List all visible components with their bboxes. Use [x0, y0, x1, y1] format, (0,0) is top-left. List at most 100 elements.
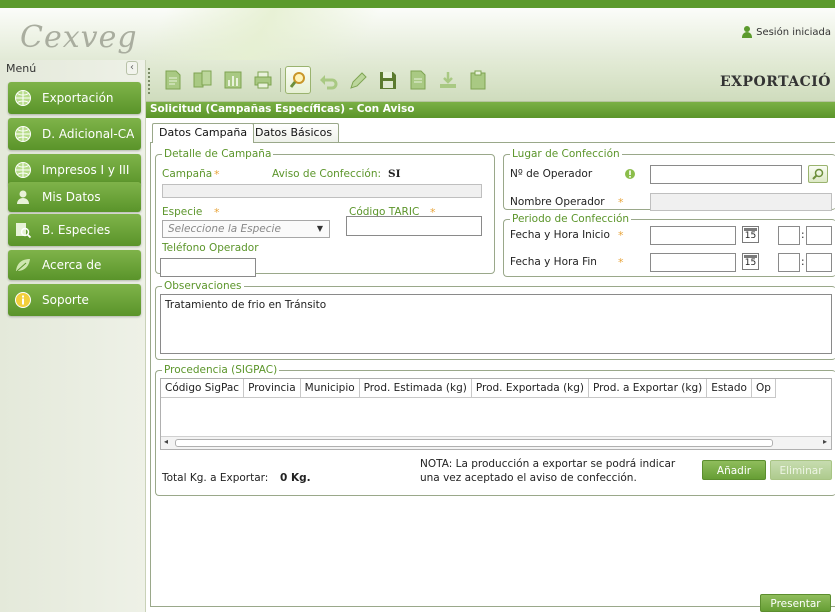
tab-content: Detalle de Campaña Campaña * Aviso de Co… — [150, 142, 835, 607]
fecha-inicio-label: Fecha y Hora Inicio — [510, 229, 610, 241]
sidebar-item-soporte[interactable]: Soporte — [8, 284, 141, 316]
especie-label: Especie — [162, 206, 203, 218]
table-header-row: Código SigPac Provincia Municipio Prod. … — [161, 379, 776, 398]
periodo-confeccion-group: Periodo de Confección Fecha y Hora Inici… — [503, 213, 835, 277]
warning-icon — [625, 169, 635, 179]
scroll-right-icon[interactable]: ▸ — [823, 437, 827, 446]
operador-lookup-button[interactable] — [808, 165, 828, 183]
column-header[interactable]: Código SigPac — [161, 379, 245, 398]
detalle-campana-legend: Detalle de Campaña — [164, 148, 272, 160]
undo-button[interactable] — [315, 66, 341, 94]
app-logo: Cexveg — [20, 20, 138, 55]
required-marker: * — [618, 196, 624, 209]
required-marker: * — [618, 256, 624, 269]
search-button[interactable] — [285, 66, 311, 94]
edit-icon — [350, 72, 367, 89]
download-icon — [440, 72, 456, 88]
chevron-down-icon: ▼ — [316, 224, 323, 233]
column-header[interactable]: Prod. Estimada (kg) — [359, 379, 472, 398]
toolbar-grip[interactable] — [148, 68, 152, 94]
session-status[interactable]: Sesión iniciada — [742, 26, 831, 38]
column-header[interactable]: Provincia — [243, 379, 301, 398]
hora-fin-field[interactable] — [778, 253, 800, 272]
column-header[interactable]: Op — [751, 379, 776, 398]
sidebar-item-exportacion[interactable]: Exportación — [8, 82, 141, 114]
edit-button[interactable] — [345, 66, 371, 94]
globe-icon — [15, 162, 31, 178]
top-header: Cexveg Sesión iniciada — [0, 0, 835, 60]
column-header[interactable]: Prod. a Exportar (kg) — [588, 379, 708, 398]
horizontal-scrollbar[interactable]: ◂ ▸ — [161, 436, 831, 449]
scrollbar-thumb[interactable] — [175, 439, 773, 447]
sidebar-item-label: D. Adicional-CA — [42, 127, 135, 141]
tab-datos-basicos[interactable]: Datos Básicos — [248, 123, 340, 142]
aviso-value: SI — [388, 168, 401, 180]
column-header[interactable]: Municipio — [300, 379, 360, 398]
save-icon — [380, 72, 396, 89]
observaciones-textarea[interactable]: Tratamiento de frio en Tránsito — [160, 294, 832, 354]
sidebar-item-label: Impresos I y III — [42, 163, 130, 177]
sidebar-item-label: Acerca de — [42, 258, 102, 272]
download-button[interactable] — [435, 66, 461, 94]
sidebar-item-label: B. Especies — [42, 223, 111, 237]
note-line-1: NOTA: La producción a exportar se podrá … — [420, 458, 676, 470]
total-kg-label: Total Kg. a Exportar: — [162, 472, 269, 484]
document-icon — [410, 70, 426, 90]
globe-icon — [15, 126, 31, 142]
time-separator: : — [801, 229, 805, 241]
search-icon — [289, 72, 305, 88]
sidebar-item-mis-datos[interactable]: Mis Datos — [8, 182, 141, 212]
chart-button[interactable] — [220, 66, 246, 94]
column-header[interactable]: Prod. Exportada (kg) — [471, 379, 590, 398]
nombre-operador-field[interactable] — [650, 193, 832, 211]
tab-datos-campana[interactable]: Datos Campaña — [152, 123, 255, 143]
detalle-campana-group: Detalle de Campaña Campaña * Aviso de Co… — [155, 148, 495, 277]
menu-title: Menú — [6, 62, 37, 75]
minuto-inicio-field[interactable] — [806, 226, 832, 245]
new-document-button[interactable] — [160, 66, 186, 94]
calendar-icon[interactable]: 15 — [742, 226, 759, 243]
scroll-left-icon[interactable]: ◂ — [164, 437, 168, 446]
fecha-fin-field[interactable] — [650, 253, 736, 272]
campana-field[interactable] — [162, 184, 482, 198]
telefono-label: Teléfono Operador — [162, 242, 259, 254]
campana-label: Campaña — [162, 168, 213, 180]
operador-field[interactable] — [650, 165, 802, 184]
telefono-field[interactable] — [160, 258, 256, 277]
page-heading: EXPORTACIÓ — [719, 74, 831, 90]
clipboard-button[interactable] — [465, 66, 491, 94]
operador-label: Nº de Operador — [510, 168, 593, 180]
submit-button[interactable]: Presentar — [760, 594, 831, 612]
header-decoration — [140, 8, 380, 60]
taric-field[interactable] — [346, 216, 482, 236]
required-marker: * — [618, 229, 624, 242]
sidebar-item-d-adicional[interactable]: D. Adicional-CA — [8, 118, 141, 150]
sidebar-item-label: Mis Datos — [42, 190, 101, 204]
user-icon — [17, 190, 29, 204]
print-button[interactable] — [250, 66, 276, 94]
copy-documents-button[interactable] — [190, 66, 216, 94]
fecha-inicio-field[interactable] — [650, 226, 736, 245]
leaf-icon — [16, 259, 30, 272]
print-icon — [254, 71, 272, 89]
toolbar: EXPORTACIÓ — [146, 60, 835, 102]
new-document-icon — [165, 70, 181, 90]
delete-button[interactable]: Eliminar — [770, 460, 832, 480]
column-header[interactable]: Estado — [706, 379, 752, 398]
hora-inicio-field[interactable] — [778, 226, 800, 245]
form-panel: Datos Campaña Datos Básicos Detalle de C… — [146, 118, 835, 612]
collapse-menu-button[interactable]: ‹ — [126, 61, 138, 75]
form-title-bar: Solicitud (Campañas Específicas) - Con A… — [146, 102, 835, 118]
especie-select[interactable]: Seleccione la Especie ▼ — [162, 220, 330, 238]
observaciones-legend: Observaciones — [164, 280, 242, 292]
add-button[interactable]: Añadir — [702, 460, 766, 480]
search-doc-icon — [16, 223, 32, 239]
undo-icon — [320, 75, 338, 90]
toolbar-separator — [280, 68, 281, 92]
minuto-fin-field[interactable] — [806, 253, 832, 272]
document-button[interactable] — [405, 66, 431, 94]
calendar-icon[interactable]: 15 — [742, 253, 759, 270]
sidebar-item-b-especies[interactable]: B. Especies — [8, 214, 141, 246]
save-button[interactable] — [375, 66, 401, 94]
sidebar-item-acerca-de[interactable]: Acerca de — [8, 250, 141, 280]
